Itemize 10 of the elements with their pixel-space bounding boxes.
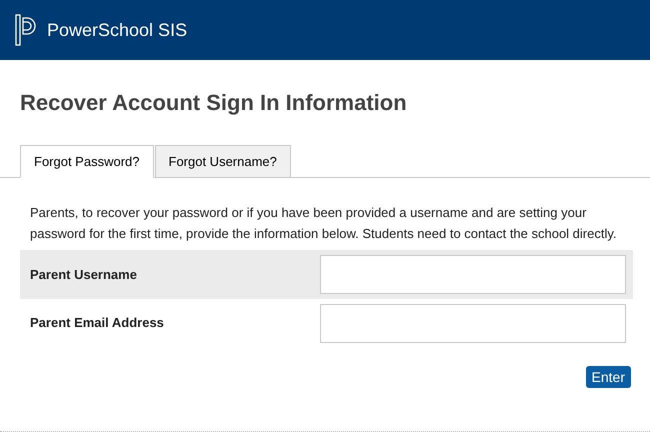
brand-name: PowerSchool SIS — [47, 18, 188, 42]
input-field[interactable] — [320, 255, 626, 294]
instructions-text: Parents, to recover your password or if you have been provided a username and are setting your password for the first time, provide the information below. Students need to contact the school directly. — [30, 204, 618, 243]
field-label: Parent Email Address — [29, 314, 165, 332]
page-title: Recover Account Sign In Information — [20, 90, 408, 116]
enter-button[interactable]: Enter — [586, 366, 631, 388]
tab[interactable]: Forgot Password? — [20, 145, 154, 178]
input-field[interactable] — [320, 304, 626, 342]
tab[interactable]: Forgot Username? — [154, 145, 291, 178]
field-label: Parent Username — [29, 266, 138, 284]
